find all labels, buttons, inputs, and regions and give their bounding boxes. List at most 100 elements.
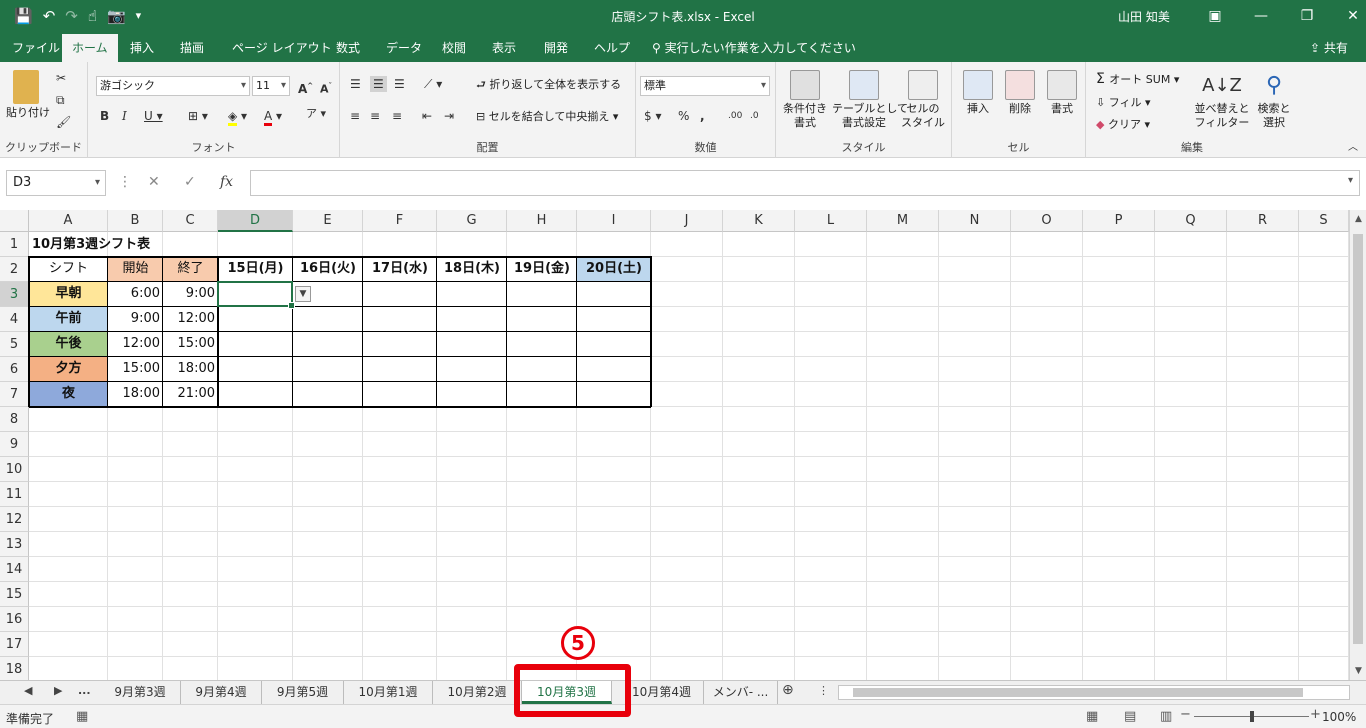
column-header-c[interactable]: C <box>163 210 218 232</box>
shift-name-cell[interactable]: 夕方 <box>29 357 108 381</box>
row-header-1[interactable]: 1 <box>0 232 29 257</box>
clear-button[interactable]: ◆ クリア ▾ <box>1096 118 1150 132</box>
column-header-h[interactable]: H <box>507 210 577 232</box>
tab-file[interactable]: ファイル <box>2 34 70 62</box>
header-cell[interactable]: 終了 <box>163 257 218 281</box>
enter-icon[interactable]: ✓ <box>184 174 196 190</box>
align-top-icon[interactable]: ☰ <box>350 76 361 92</box>
ribbon-display-icon[interactable]: ▣ <box>1192 4 1238 28</box>
dropdown-list-button[interactable]: ▼ <box>295 286 311 302</box>
increase-decimal-icon[interactable]: .00 <box>728 108 742 124</box>
decrease-decimal-icon[interactable]: .0 <box>750 108 759 124</box>
align-bottom-icon[interactable]: ☰ <box>394 76 405 92</box>
page-layout-view-icon[interactable]: ▤ <box>1124 709 1136 724</box>
align-middle-icon[interactable]: ☰ <box>370 76 387 92</box>
scroll-down-icon[interactable]: ▼ <box>1350 666 1366 676</box>
normal-view-icon[interactable]: ▦ <box>1086 709 1098 724</box>
tab-formulas[interactable]: 数式 <box>326 34 370 62</box>
header-cell[interactable]: 開始 <box>108 257 163 281</box>
accounting-format-icon[interactable]: $ ▾ <box>644 108 661 124</box>
end-time-cell[interactable]: 18:00 <box>163 357 218 381</box>
header-cell[interactable]: 18日(木) <box>437 257 507 281</box>
row-header-7[interactable]: 7 <box>0 382 29 407</box>
next-sheet-icon[interactable]: ▶ <box>54 684 62 697</box>
column-header-o[interactable]: O <box>1011 210 1083 232</box>
zoom-level[interactable]: 100% <box>1322 710 1356 724</box>
formula-input[interactable] <box>250 170 1360 196</box>
macro-record-icon[interactable]: ▦ <box>76 709 88 724</box>
tell-me-box[interactable]: ⚲ 実行したい作業を入力してください <box>652 34 856 62</box>
tab-page-layout[interactable]: ページ レイアウト <box>222 34 342 62</box>
scroll-up-icon[interactable]: ▲ <box>1350 214 1366 224</box>
sheet-tab[interactable]: メンバ- ... <box>704 681 778 704</box>
start-time-cell[interactable]: 9:00 <box>108 307 163 331</box>
delete-cells-button[interactable]: 削除 <box>1002 70 1038 116</box>
column-header-i[interactable]: I <box>577 210 651 232</box>
worksheet-grid[interactable]: ABCDEFGHIJKLMNOPQRS 1 2 3 4 5 6 7 8 9 10 11 12 13 14 1… <box>0 210 1366 680</box>
increase-font-icon[interactable]: A^ <box>298 78 313 97</box>
end-time-cell[interactable]: 9:00 <box>163 282 218 306</box>
column-header-n[interactable]: N <box>939 210 1011 232</box>
phonetic-icon[interactable]: ア ▾ <box>306 106 326 122</box>
row-header-6[interactable]: 6 <box>0 357 29 382</box>
sheet-tab[interactable]: 9月第3週 <box>100 681 181 704</box>
sheet-title-cell[interactable]: 10月第3週シフト表 <box>29 233 219 257</box>
row-header-12[interactable]: 12 <box>0 507 29 532</box>
sheet-tab[interactable]: 10月第1週 <box>344 681 433 704</box>
header-cell[interactable]: 17日(水) <box>363 257 437 281</box>
font-size-select[interactable]: 11 <box>252 76 290 96</box>
font-color-icon[interactable]: A ▾ <box>264 108 282 126</box>
cut-icon[interactable]: ✂ <box>56 70 66 86</box>
column-header-l[interactable]: L <box>795 210 867 232</box>
name-box[interactable]: D3 <box>6 170 106 196</box>
italic-icon[interactable]: I <box>122 108 127 124</box>
tab-developer[interactable]: 開発 <box>534 34 578 62</box>
share-button[interactable]: ⇪ 共有 <box>1310 34 1348 62</box>
sheet-tab[interactable]: 10月第2週 <box>433 681 522 704</box>
row-header-16[interactable]: 16 <box>0 607 29 632</box>
prev-sheet-icon[interactable]: ◀ <box>24 684 32 697</box>
sort-filter-button[interactable]: A↓Z 並べ替えと フィルター <box>1194 70 1250 130</box>
shift-name-cell[interactable]: 午前 <box>29 307 108 331</box>
header-cell[interactable]: 16日(火) <box>293 257 363 281</box>
more-sheets-left[interactable]: ... <box>78 684 91 697</box>
row-header-5[interactable]: 5 <box>0 332 29 357</box>
header-cell[interactable]: 19日(金) <box>507 257 577 281</box>
zoom-slider-knob[interactable] <box>1250 711 1254 722</box>
row-header-10[interactable]: 10 <box>0 457 29 482</box>
new-sheet-icon[interactable]: ⊕ <box>782 682 794 698</box>
column-header-k[interactable]: K <box>723 210 795 232</box>
sheet-tab[interactable]: 9月第5週 <box>262 681 344 704</box>
end-time-cell[interactable]: 21:00 <box>163 382 218 406</box>
sheet-tab[interactable]: 10月第4週 <box>620 681 704 704</box>
row-header-4[interactable]: 4 <box>0 307 29 332</box>
shift-name-cell[interactable]: 早朝 <box>29 282 108 306</box>
row-header-11[interactable]: 11 <box>0 482 29 507</box>
collapse-ribbon-icon[interactable]: ︿ <box>1348 140 1358 156</box>
cell-styles-button[interactable]: セルの スタイル <box>900 70 946 130</box>
vertical-scrollbar[interactable]: ▲ ▼ <box>1349 210 1366 680</box>
insert-function-icon[interactable]: fx <box>220 174 233 190</box>
select-all-corner[interactable] <box>0 210 29 232</box>
tab-insert[interactable]: 挿入 <box>120 34 164 62</box>
column-header-e[interactable]: E <box>293 210 363 232</box>
tab-data[interactable]: データ <box>376 34 432 62</box>
number-format-select[interactable]: 標準 <box>640 76 770 96</box>
column-header-g[interactable]: G <box>437 210 507 232</box>
format-cells-button[interactable]: 書式 <box>1044 70 1080 116</box>
header-cell[interactable]: 20日(土) <box>577 257 651 281</box>
column-header-r[interactable]: R <box>1227 210 1299 232</box>
column-header-j[interactable]: J <box>651 210 723 232</box>
bold-icon[interactable]: B <box>100 108 109 124</box>
cancel-icon[interactable]: ✕ <box>148 174 160 190</box>
sheet-tab[interactable]: 9月第4週 <box>181 681 262 704</box>
fill-button[interactable]: ⇩ フィル ▾ <box>1096 96 1151 110</box>
row-header-18[interactable]: 18 <box>0 657 29 680</box>
page-break-view-icon[interactable]: ▥ <box>1160 709 1172 724</box>
merge-center-button[interactable]: ⊟ セルを結合して中央揃え ▾ <box>476 110 618 124</box>
fill-color-icon[interactable]: ◈ ▾ <box>228 108 247 126</box>
decrease-indent-icon[interactable]: ⇤ <box>422 108 432 124</box>
borders-icon[interactable]: ⊞ ▾ <box>188 108 208 124</box>
shift-name-cell[interactable]: 午後 <box>29 332 108 356</box>
header-cell[interactable]: 15日(月) <box>218 257 293 281</box>
